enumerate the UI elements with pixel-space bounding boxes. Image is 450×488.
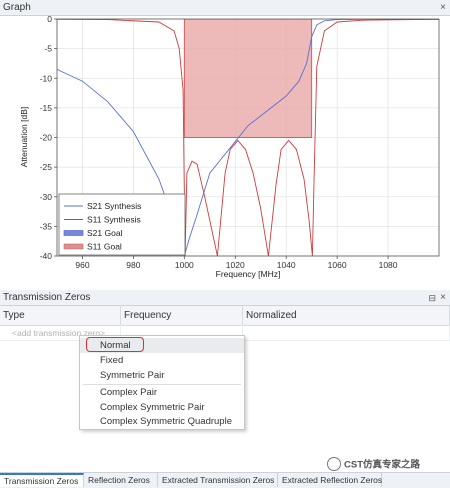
x-tick-label: 960 [75,260,89,270]
y-tick-label: -25 [40,162,53,172]
column-header-type[interactable]: Type [0,306,121,325]
tab-reflection-zeros[interactable]: Reflection Zeros [84,473,158,487]
tab-transmission-zeros[interactable]: Transmission Zeros [0,473,84,487]
pin-icon[interactable]: ⊟ [428,290,436,306]
legend-label: S11 Goal [87,242,122,252]
graph-title: Graph [3,2,31,13]
y-tick-label: -15 [40,103,53,113]
legend-swatch [63,243,84,250]
menu-item-complex-symmetric-quadruple[interactable]: Complex Symmetric Quadruple [80,414,244,429]
menu-item-complex-pair[interactable]: Complex Pair [80,385,244,400]
watermark: CST仿真专家之路 [327,457,421,472]
y-axis-label: Attenuation [dB] [19,107,29,168]
x-tick-label: 1080 [379,260,398,270]
attenuation-chart: 960 980 1000 1020 1040 1060 10800-5-10-15-20-2… [19,16,440,279]
y-tick-label: -10 [40,73,53,83]
graph-panel-title: Graph × [0,0,450,16]
tz-close-icon[interactable]: × [440,290,446,306]
x-axis-label: Frequency [MHz] [216,269,281,279]
legend-label: S11 Synthesis [87,215,141,225]
graph-close-icon[interactable]: × [440,0,446,16]
y-tick-label: -40 [40,251,53,261]
tz-panel-title: Transmission Zeros ⊟ × [0,290,450,306]
x-tick-label: 980 [126,260,140,270]
legend-label: S21 Synthesis [87,201,141,211]
menu-item-normal[interactable]: Normal [80,337,244,353]
tab-extracted-reflection-zeros[interactable]: Extracted Reflection Zeros [278,473,382,487]
table-header: Type Frequency Normalized [0,306,450,326]
highlight-ring [86,337,144,352]
y-tick-label: -5 [44,44,52,54]
s11-goal-region [183,19,313,138]
graph-panel: 960 980 1000 1020 1040 1060 1080 0 -5 -10 -15 -20 -2… [0,16,450,288]
tz-title: Transmission Zeros [3,292,91,303]
legend-swatch [63,230,84,236]
x-tick-label: 1060 [328,260,347,270]
bottom-tab-bar: Transmission Zeros Reflection Zeros Extr… [0,472,450,488]
menu-item-fixed[interactable]: Fixed [80,353,244,368]
watermark-text: CST仿真专家之路 [344,459,421,471]
menu-item-complex-symmetric-pair[interactable]: Complex Symmetric Pair [80,400,244,415]
y-tick-label: -35 [40,221,53,231]
column-header-normalized[interactable]: Normalized [243,306,450,325]
tab-extracted-transmission-zeros[interactable]: Extracted Transmission Zeros [158,473,278,487]
x-tick-label: 1000 [175,260,194,270]
type-dropdown-menu: Normal Fixed Symmetric Pair Complex Pair… [79,335,245,430]
y-tick-label: 0 [47,16,52,24]
y-tick-label: -30 [40,192,53,202]
legend-label: S21 Goal [87,228,123,238]
chart-legend: S21 Synthesis S11 Synthesis S21 Goal S11 Go… [58,193,186,256]
wechat-icon [327,457,341,471]
menu-item-symmetric-pair[interactable]: Symmetric Pair [80,368,244,383]
y-tick-label: -20 [40,133,53,143]
column-header-frequency[interactable]: Frequency [121,306,243,325]
